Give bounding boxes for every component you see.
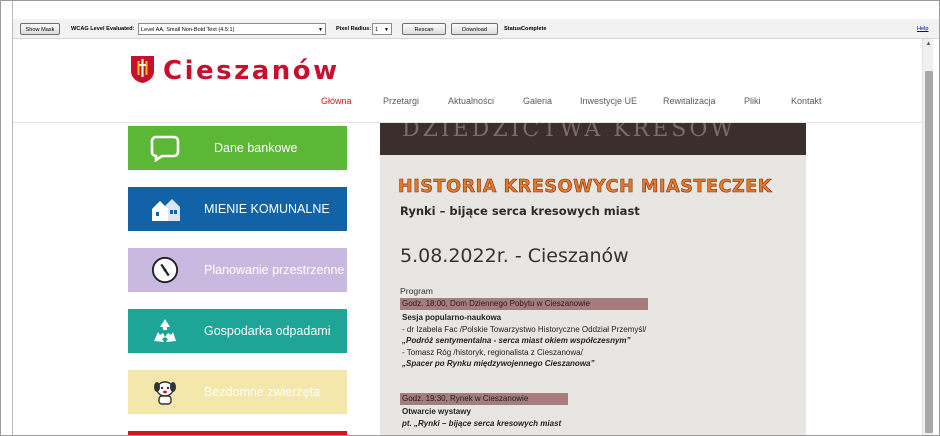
tile-gospodarka-odpadami[interactable]: Gospodarka odpadami [128, 309, 347, 353]
tile-label: MIENIE KOMUNALNE [204, 202, 330, 216]
left-panel-edge [1, 1, 13, 435]
tile-next[interactable] [128, 431, 347, 435]
poster-exhibit: Otwarcie wystawy [402, 407, 471, 416]
pixel-radius-label: Pixel Radius: [336, 26, 372, 32]
tile-label: Planowanie przestrzenne [204, 263, 345, 277]
buildings-icon [152, 199, 180, 221]
tile-label: Bezdomne zwierzęta [204, 385, 321, 399]
nav-item-aktualnosci[interactable]: Aktualności [448, 93, 494, 109]
scroll-up-arrow-icon[interactable]: ▲ [923, 41, 934, 47]
nav-item-kontakt[interactable]: Kontakt [791, 93, 822, 109]
chat-bubble-icon [150, 135, 180, 162]
wcag-level-select[interactable]: Level AA, Small Non-Bold Text (4.5:1) ▼ [138, 23, 326, 35]
rescan-button[interactable]: Rescan [402, 23, 446, 35]
wcag-level-value: Level AA, Small Non-Bold Text (4.5:1) [141, 27, 235, 33]
poster-title: HISTORIA KRESOWYCH MIASTECZEK [398, 177, 773, 198]
event-poster[interactable]: DZIEDZICTWA KRESÓW HISTORIA KRESOWYCH MI… [380, 123, 806, 435]
poster-line-1: - dr Izabela Fac /Polskie Towarzystwo Hi… [402, 325, 647, 334]
poster-subtitle: Rynki – bijące serca kresowych miast [400, 204, 640, 218]
nav-item-przetargi[interactable]: Przetargi [383, 93, 419, 109]
poster-date: 5.08.2022r. - Cieszanów [400, 245, 629, 267]
tile-planowanie-przestrzenne[interactable]: Planowanie przestrzenne [128, 248, 347, 292]
tile-bezdomne-zwierzeta[interactable]: Bezdomne zwierzęta [128, 370, 347, 414]
nav-item-galeria[interactable]: Galeria [523, 93, 552, 109]
contrast-checker-toolbar: Show Mask WCAG Level Evaluated: Level AA… [13, 19, 939, 39]
tile-label: Gospodarka odpadami [204, 324, 331, 338]
tile-label: Dane bankowe [214, 141, 298, 155]
tile-dane-bankowe[interactable]: Dane bankowe [128, 126, 347, 170]
scrollbar-thumb[interactable] [925, 71, 933, 433]
web-page: Cieszanów Główna Przetargi Aktualności G… [13, 39, 922, 435]
poster-band-1: Godz. 18:00, Dom Dziennego Pobytu w Cies… [400, 298, 648, 310]
dog-icon [154, 381, 176, 405]
recycle-icon [154, 319, 176, 342]
nav-item-glowna[interactable]: Główna [321, 93, 352, 109]
chevron-down-icon: ▼ [318, 27, 323, 33]
chevron-down-icon: ▼ [384, 27, 389, 33]
status-value: Complete [521, 26, 547, 32]
help-link[interactable]: Help [917, 23, 929, 35]
vertical-scrollbar[interactable]: ▲ [922, 39, 934, 435]
compass-icon [151, 256, 179, 284]
site-logo-text[interactable]: Cieszanów [163, 55, 340, 87]
poster-line-3: - Tomasz Róg /historyk, regionalista z C… [402, 348, 583, 357]
nav-item-rewitalizacja[interactable]: Rewitalizacja [663, 93, 716, 109]
poster-session: Sesja popularno-naukowa [402, 313, 502, 322]
site-header: Cieszanów Główna Przetargi Aktualności G… [13, 39, 922, 123]
coat-of-arms-icon[interactable] [130, 55, 155, 83]
browser-frame: Show Mask WCAG Level Evaluated: Level AA… [0, 0, 940, 436]
poster-line-4: „Spacer po Rynku międzywojennego Cieszan… [402, 359, 595, 368]
poster-band-2: Godz. 19:30, Rynek w Cieszanowie [400, 393, 568, 405]
nav-item-pliki[interactable]: Pliki [744, 93, 761, 109]
download-button[interactable]: Download [451, 23, 498, 35]
poster-banner: DZIEDZICTWA KRESÓW [380, 123, 806, 155]
pixel-radius-value: 1 [375, 27, 379, 33]
wcag-level-label: WCAG Level Evaluated: [71, 26, 135, 32]
poster-program-label: Program [400, 286, 433, 296]
poster-exhibit-title: pt. „Rynki – bijące serca kresowych mias… [402, 419, 562, 428]
pixel-radius-select[interactable]: 1 ▼ [372, 23, 392, 35]
nav-item-inwestycje-ue[interactable]: Inwestycje UE [580, 93, 637, 109]
poster-line-2: „Podróż sentymentalna - serca miast okie… [402, 336, 631, 345]
show-mask-button[interactable]: Show Mask [20, 23, 60, 35]
tile-mienie-komunalne[interactable]: MIENIE KOMUNALNE [128, 187, 347, 231]
poster-banner-text: DZIEDZICTWA KRESÓW [402, 123, 736, 142]
